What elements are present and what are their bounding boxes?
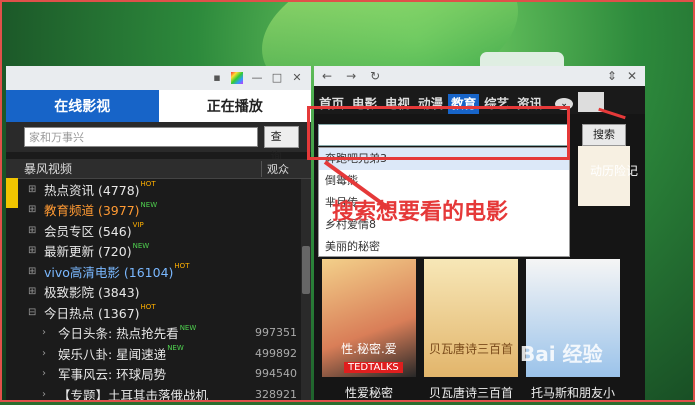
tree-item[interactable]: ⊟ 今日热点 (1367) HOT — [6, 302, 311, 323]
expand-icon[interactable]: ⊞ — [28, 245, 38, 256]
badge: HOT — [174, 262, 190, 270]
search-button[interactable]: 搜索 — [582, 124, 626, 146]
skin-icon[interactable] — [231, 72, 243, 84]
tree-subitem[interactable]: › 今日头条: 热点抢先看 NEW 997351 — [6, 323, 311, 344]
tree-item-label: 极致影院 (3843) — [44, 285, 140, 301]
close-icon[interactable]: ✕ — [627, 69, 637, 83]
tree-subitem[interactable]: › 军事风云: 环球局势 994540 — [6, 364, 311, 385]
tree-subitem[interactable]: › 娱乐八卦: 星闻速递 NEW 499892 — [6, 343, 311, 364]
chevron-right-icon: › — [42, 388, 46, 400]
tree-header: 暴风视频 观众 — [6, 159, 311, 179]
poster-2-text: 贝瓦唐诗三百首 — [428, 342, 513, 356]
side-strip — [6, 178, 18, 208]
tree-item[interactable]: ⊞ 会员专区 (546) VIP — [6, 220, 311, 241]
badge: VIP — [132, 221, 144, 229]
tree-item-label: 热点资讯 (4778) — [44, 182, 140, 198]
tree-header-label: 暴风视频 — [24, 162, 73, 176]
highlight-box — [307, 106, 570, 160]
query-button[interactable]: 查询 — [263, 126, 299, 163]
tree-item-label: 会员专区 (546) — [44, 223, 132, 239]
view-count: 997351 — [255, 326, 297, 340]
tree-item[interactable]: ⊞ 热点资讯 (4778) HOT — [6, 179, 311, 200]
left-panel: ▪ — □ ✕ 在线影视 正在播放 查询 暴风视频 观众 ⊞ 热点资讯 (4778… — [6, 66, 311, 405]
tree-item-label: 最新更新 (720) — [44, 244, 132, 260]
chevron-right-icon: › — [42, 347, 46, 359]
expand-icon[interactable]: ⊞ — [28, 266, 38, 277]
right-toolbar: ← → ↻ ⇕ ✕ — [314, 66, 645, 86]
tree-subitem[interactable]: › 【专题】土耳其击落俄战机 328921 — [6, 384, 311, 405]
tree-item[interactable]: ⊞ 教育频道 (3977) NEW — [6, 200, 311, 221]
badge: NEW — [140, 200, 158, 209]
minimize-icon[interactable]: — — [251, 72, 263, 84]
suggestion-item[interactable]: 美丽的秘密 — [319, 236, 569, 258]
category-tree: 暴风视频 观众 ⊞ 热点资讯 (4778) HOT ⊞ 教育频道 (3977) NEW ⊞ 会… — [6, 159, 311, 405]
chevron-right-icon: › — [42, 327, 46, 339]
tab-online-video[interactable]: 在线影视 — [6, 90, 159, 122]
expand-icon[interactable]: ⊞ — [28, 286, 38, 297]
chevron-right-icon: › — [42, 368, 46, 380]
expand-icon[interactable]: ⊞ — [28, 204, 38, 215]
tree-item-label: 教育频道 (3977) — [44, 203, 140, 219]
poster-1-text: 性.秘密.爱 — [341, 342, 397, 356]
left-titlebar: ▪ — □ ✕ — [6, 66, 311, 90]
maximize-icon[interactable]: □ — [271, 72, 283, 84]
tree-item[interactable]: ⊞ 最新更新 (720) NEW — [6, 241, 311, 262]
poster-1[interactable]: 性.秘密.爱 TEDTALKS — [322, 259, 416, 377]
poster-captions: 性爱秘密 贝瓦唐诗三百首 托马斯和朋友小 — [322, 384, 620, 401]
resize-icon[interactable]: ⇕ — [607, 69, 617, 83]
tab-now-playing[interactable]: 正在播放 — [158, 90, 311, 122]
caption-3[interactable]: 托马斯和朋友小 — [526, 384, 620, 401]
badge: HOT — [140, 303, 156, 311]
close-icon[interactable]: ✕ — [291, 72, 303, 84]
suggestion-item[interactable]: 倒霉熊 — [319, 170, 569, 192]
refresh-icon[interactable]: ↻ — [370, 69, 380, 83]
subitem-label: 军事风云: 环球局势 — [58, 367, 167, 383]
expand-icon[interactable]: ⊟ — [28, 307, 38, 318]
badge: HOT — [140, 180, 156, 188]
chat-icon[interactable]: ▪ — [211, 72, 223, 84]
view-count: 499892 — [255, 346, 297, 360]
scroll-thumb[interactable] — [302, 246, 310, 294]
tree-item[interactable]: ⊞ vivo高清电影 (16104) HOT — [6, 261, 311, 282]
caption-1[interactable]: 性爱秘密 — [322, 384, 416, 401]
expand-icon[interactable]: ⊞ — [28, 225, 38, 236]
badge: NEW — [179, 323, 197, 332]
left-scrollbar[interactable] — [301, 179, 311, 402]
caption-2[interactable]: 贝瓦唐诗三百首 — [424, 384, 518, 401]
badge: NEW — [132, 241, 150, 250]
left-search-bar: 查询 — [6, 122, 311, 163]
forward-icon[interactable]: → — [346, 69, 356, 83]
subitem-label: 今日头条: 热点抢先看 — [58, 326, 179, 342]
back-icon[interactable]: ← — [322, 69, 332, 83]
subitem-label: 娱乐八卦: 星闻速递 — [58, 346, 167, 362]
left-tabs: 在线影视 正在播放 — [6, 90, 311, 122]
badge: NEW — [167, 344, 184, 352]
sort-dropdown[interactable]: 观众 — [261, 160, 311, 177]
view-count: 994540 — [255, 367, 297, 381]
view-count: 328921 — [255, 387, 297, 401]
expand-icon[interactable]: ⊞ — [28, 184, 38, 195]
tree-item-label: 今日热点 (1367) — [44, 305, 140, 321]
poster-1-tag: TEDTALKS — [344, 362, 403, 373]
glass-ornament — [480, 52, 564, 66]
subitem-label: 【专题】土耳其击落俄战机 — [58, 387, 209, 403]
annotation-text: 搜索想要看的电影 — [332, 200, 509, 225]
poster-2[interactable]: 贝瓦唐诗三百首 — [424, 259, 518, 377]
left-search-input[interactable] — [24, 127, 258, 147]
tree-item-label: vivo高清电影 (16104) — [44, 264, 174, 280]
watermark: Bai 经验 — [520, 342, 603, 366]
tree-item[interactable]: ⊞ 极致影院 (3843) — [6, 282, 311, 303]
side-caption[interactable]: 动历险记 — [590, 162, 638, 179]
